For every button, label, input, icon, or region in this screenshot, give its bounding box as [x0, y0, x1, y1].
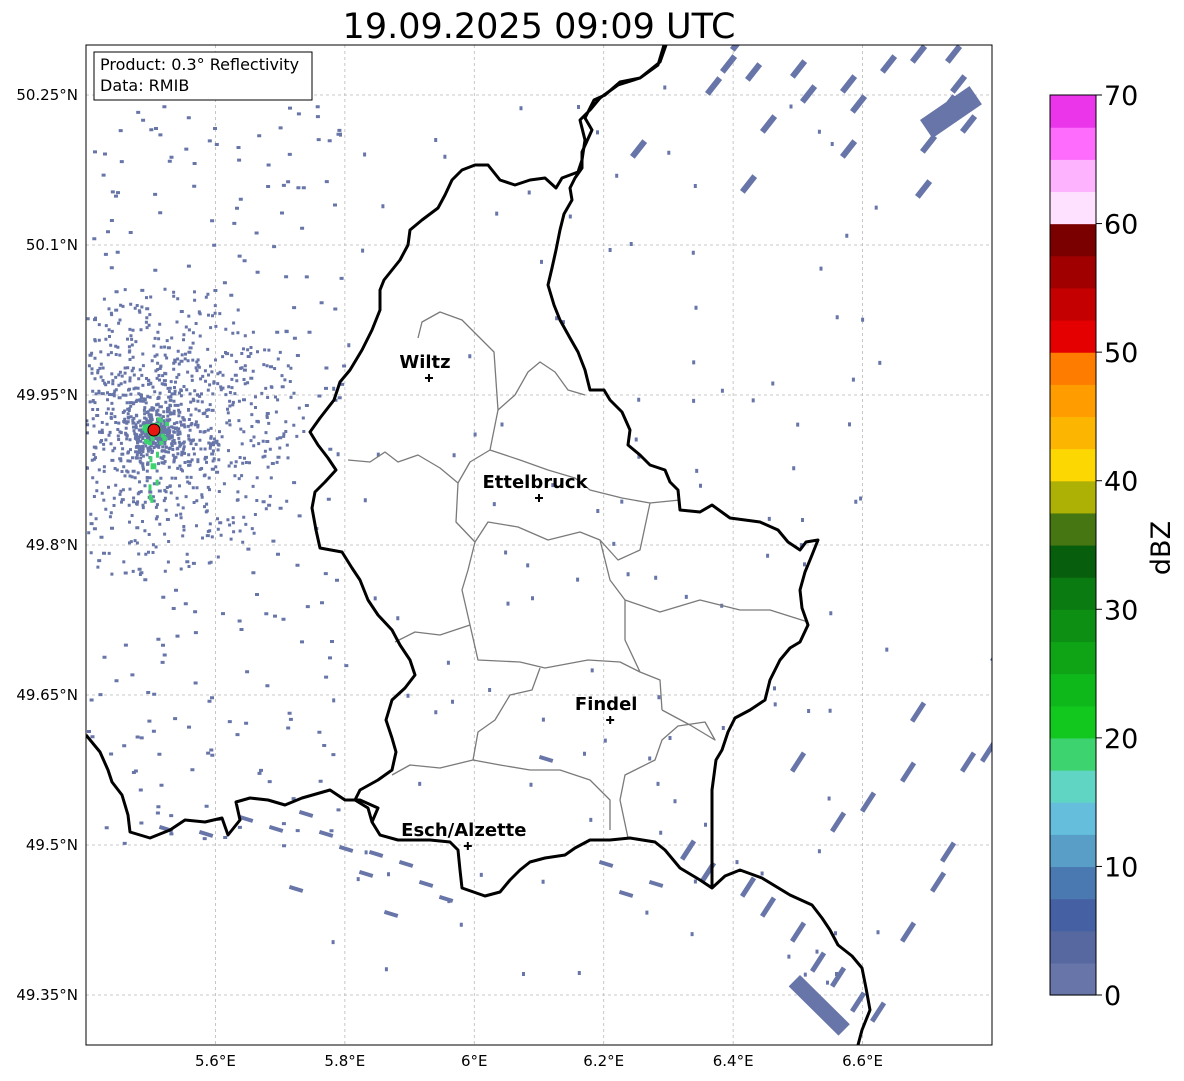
longitude-tick-labels: 5.6°E 5.8°E 6°E 6.2°E 6.4°E 6.6°E [195, 1052, 883, 1070]
colorbar-segment [1050, 95, 1096, 128]
colorbar-segment [1050, 898, 1096, 932]
info-data-source: Data: RMIB [100, 76, 189, 95]
colorbar-segment [1050, 545, 1096, 578]
colorbar-segment [1050, 127, 1096, 160]
colorbar-segment [1050, 287, 1096, 321]
colorbar-segment [1050, 737, 1096, 771]
radar-map-figure: 19.09.2025 09:09 UTC 5.6°E 5.8°E 6°E 6.2°E 6… [16, 7, 1177, 1070]
info-product: Product: 0.3° Reflectivity [100, 55, 299, 74]
lon-tick-label: 6.4°E [713, 1052, 754, 1070]
colorbar-tick-label: 20 [1104, 724, 1138, 755]
lon-tick-label: 6°E [461, 1052, 488, 1070]
lat-tick-label: 49.8°N [26, 536, 78, 554]
colorbar-tick-label: 30 [1104, 595, 1138, 626]
colorbar-segment [1050, 930, 1096, 964]
lon-tick-label: 6.2°E [583, 1052, 624, 1070]
colorbar-segment [1050, 448, 1096, 482]
latitude-tick-labels: 50.25°N 50.1°N 49.95°N 49.8°N 49.65°N 49.5°N 4… [16, 86, 78, 1004]
lat-tick-label: 50.25°N [16, 86, 78, 104]
lat-tick-label: 49.65°N [16, 686, 78, 704]
colorbar-label: dBZ [1146, 521, 1177, 575]
colorbar-tick-label: 50 [1104, 338, 1138, 369]
city-label: Wiltz [399, 352, 450, 373]
lat-tick-label: 50.1°N [26, 236, 78, 254]
colorbar: 0 10 20 30 40 50 60 70 [1049, 81, 1138, 1012]
colorbar-tick-label: 10 [1104, 852, 1138, 883]
colorbar-segment [1050, 384, 1096, 418]
colorbar-segment [1050, 577, 1096, 610]
colorbar-segment [1050, 641, 1096, 675]
colorbar-segment [1050, 770, 1096, 803]
lon-tick-label: 5.6°E [195, 1052, 236, 1070]
colorbar-segment [1050, 159, 1096, 193]
colorbar-tick-label: 70 [1104, 81, 1138, 112]
colorbar-segment [1050, 223, 1096, 257]
info-box: Product: 0.3° Reflectivity Data: RMIB [93, 51, 313, 101]
lon-tick-label: 6.6°E [842, 1052, 883, 1070]
lat-tick-label: 49.5°N [26, 836, 78, 854]
colorbar-segment [1050, 866, 1096, 900]
colorbar-segment [1050, 480, 1096, 514]
colorbar-segment [1050, 962, 1096, 996]
city-label: Ettelbruck [482, 472, 588, 493]
colorbar-segment [1050, 673, 1096, 707]
city-label: Findel [575, 694, 638, 715]
colorbar-segment [1050, 705, 1096, 739]
colorbar-segment [1050, 609, 1096, 643]
radar-site-marker [147, 423, 161, 437]
colorbar-segment [1050, 320, 1096, 353]
colorbar-segment [1050, 802, 1096, 835]
lon-tick-label: 5.8°E [324, 1052, 365, 1070]
colorbar-tick-label: 60 [1104, 210, 1138, 241]
colorbar-segment [1050, 416, 1096, 450]
map-title: 19.09.2025 09:09 UTC [343, 7, 736, 47]
lat-tick-label: 49.95°N [16, 386, 78, 404]
colorbar-segment [1050, 834, 1096, 868]
colorbar-tick-label: 0 [1104, 981, 1121, 1012]
colorbar-tick-label: 40 [1104, 467, 1138, 498]
colorbar-segment [1050, 191, 1096, 225]
lat-tick-label: 49.35°N [16, 986, 78, 1004]
city-label: Esch/Alzette [401, 820, 526, 841]
colorbar-segment [1050, 255, 1096, 289]
colorbar-segment [1050, 512, 1096, 546]
colorbar-segment [1050, 352, 1096, 385]
